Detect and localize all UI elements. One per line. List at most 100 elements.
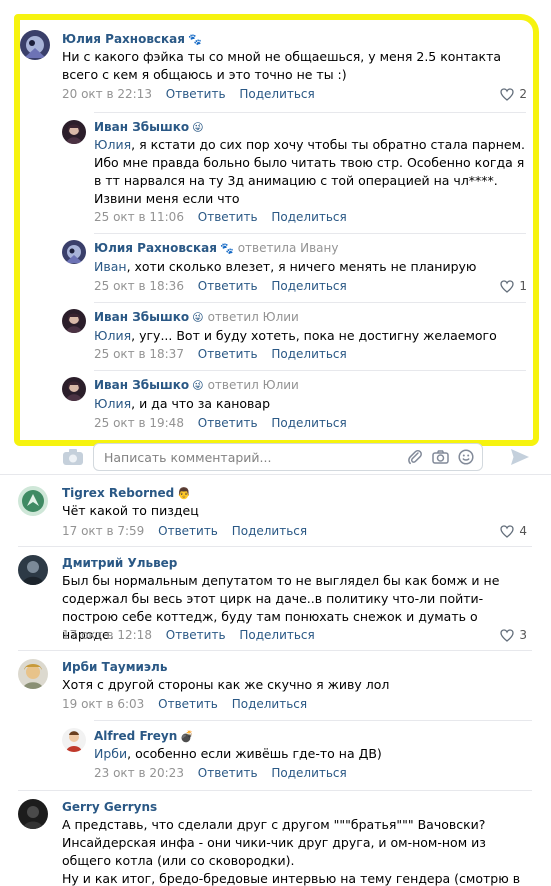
reply-button[interactable]: Ответить — [166, 628, 226, 642]
addressee-link[interactable]: Юлия — [94, 137, 131, 152]
reply-button[interactable]: Ответить — [166, 87, 226, 101]
author-name[interactable]: Gerry Gerryns — [62, 800, 157, 814]
paw-emoji-icon: 🐾 — [220, 242, 234, 255]
avatar[interactable] — [18, 659, 48, 689]
author-name[interactable]: Ирби Таумиэль — [62, 660, 167, 674]
comment-date[interactable]: 25 окт в 18:36 — [94, 279, 184, 293]
share-button[interactable]: Поделиться — [271, 279, 346, 293]
heart-icon — [500, 524, 515, 538]
avatar[interactable] — [18, 486, 48, 516]
divider — [94, 302, 526, 303]
like-button[interactable]: 4 — [500, 524, 527, 538]
author-name[interactable]: Иван Збышко — [94, 310, 189, 324]
divider — [18, 650, 532, 651]
reply-button[interactable]: Ответить — [198, 416, 258, 430]
comment-date[interactable]: 23 окт в 20:23 — [94, 766, 184, 780]
comment-date[interactable]: 19 окт в 6:03 — [62, 697, 144, 711]
share-button[interactable]: Поделиться — [271, 766, 346, 780]
reply-button[interactable]: Ответить — [158, 697, 218, 711]
author-name[interactable]: Юлия Рахновская — [62, 32, 185, 46]
avatar[interactable] — [62, 240, 86, 264]
avatar[interactable] — [18, 555, 48, 585]
addressee-link[interactable]: Ирби — [94, 746, 127, 761]
comment-date[interactable]: 25 окт в 19:48 — [94, 416, 184, 430]
reply-button[interactable]: Ответить — [198, 766, 258, 780]
author-name[interactable]: Alfred Freyn — [94, 729, 177, 743]
comment-input-row: Написать комментарий... — [60, 442, 540, 472]
comment-text: Ирби, особенно если живёшь где-то на ДВ) — [94, 745, 524, 763]
comment-date[interactable]: 17 окт в 12:18 — [62, 628, 152, 642]
comment-body: , и да что за кановар — [131, 396, 271, 411]
avatar[interactable] — [62, 728, 86, 752]
comment-date[interactable]: 17 окт в 7:59 — [62, 524, 144, 538]
smile-icon[interactable] — [458, 449, 474, 465]
reply-to-label[interactable]: ответил Юлии — [208, 310, 299, 324]
comment-text: Ни с какого фэйка ты со мной не общаешьс… — [62, 49, 502, 82]
like-button[interactable]: 3 — [500, 628, 527, 642]
divider — [94, 720, 532, 721]
share-button[interactable]: Поделиться — [271, 210, 346, 224]
reply-button[interactable]: Ответить — [198, 347, 258, 361]
like-count: 3 — [519, 628, 527, 642]
addressee-link[interactable]: Юлия — [94, 328, 131, 343]
like-count: 2 — [519, 87, 527, 101]
avatar[interactable] — [62, 377, 86, 401]
comment-body: , я кстати до сих пор хочу чтобы ты обра… — [94, 137, 525, 206]
heart-icon — [500, 279, 515, 293]
comment-date[interactable]: 20 окт в 22:13 — [62, 87, 152, 101]
heart-icon — [500, 87, 515, 101]
author-name[interactable]: Tigrex Reborned — [62, 486, 174, 500]
heart-icon — [500, 628, 515, 642]
reply-button[interactable]: Ответить — [198, 210, 258, 224]
addressee-link[interactable]: Юлия — [94, 396, 131, 411]
share-button[interactable]: Поделиться — [232, 524, 307, 538]
bomb-emoji-icon: 💣 — [180, 730, 194, 743]
comment-text: Иван, хоти сколько влезет, я ничего меня… — [94, 258, 526, 276]
divider — [0, 474, 551, 475]
paperclip-icon[interactable] — [407, 449, 423, 465]
avatar[interactable] — [20, 30, 50, 60]
divider — [94, 233, 526, 234]
author-name[interactable]: Иван Збышко — [94, 120, 189, 134]
send-button[interactable] — [510, 447, 530, 471]
author-name[interactable]: Дмитрий Ульвер — [62, 556, 177, 570]
camera-avatar-icon[interactable] — [62, 448, 84, 466]
send-arrow-icon — [511, 449, 529, 465]
like-button[interactable]: 2 — [500, 87, 527, 101]
like-button[interactable]: 1 — [500, 279, 527, 293]
comment-body: , хоти сколько влезет, я ничего менять н… — [126, 259, 477, 274]
comment-date[interactable]: 25 окт в 18:37 — [94, 347, 184, 361]
share-button[interactable]: Поделиться — [271, 347, 346, 361]
reply-to-label[interactable]: ответил Юлии — [208, 378, 299, 392]
avatar[interactable] — [18, 799, 48, 829]
author-name[interactable]: Иван Збышко — [94, 378, 189, 392]
divider — [94, 370, 526, 371]
divider — [94, 112, 526, 113]
comment-input-placeholder: Написать комментарий... — [104, 450, 272, 465]
author-name[interactable]: Юлия Рахновская — [94, 241, 217, 255]
share-button[interactable]: Поделиться — [271, 416, 346, 430]
reply-button[interactable]: Ответить — [158, 524, 218, 538]
winking-emoji-icon: 😜 — [192, 311, 204, 324]
share-button[interactable]: Поделиться — [232, 697, 307, 711]
person-emoji-icon: 👨 — [177, 487, 191, 500]
reply-button[interactable]: Ответить — [198, 279, 258, 293]
camera-icon[interactable] — [432, 449, 449, 465]
like-count: 1 — [519, 279, 527, 293]
addressee-link[interactable]: Иван — [94, 259, 127, 274]
comment-text: Хотя с другой стороны как же скучно я жи… — [62, 677, 390, 692]
reply-to-label[interactable]: ответила Ивану — [238, 241, 339, 255]
avatar[interactable] — [62, 120, 86, 144]
divider — [18, 546, 532, 547]
comment-body: , угу... Вот и буду хотеть, пока не дост… — [131, 328, 497, 343]
comment-input[interactable]: Написать комментарий... — [93, 443, 483, 471]
comment-text: Чёт какой то пиздец — [62, 503, 199, 518]
comment-text: Юлия, я кстати до сих пор хочу чтобы ты … — [94, 136, 526, 208]
share-button[interactable]: Поделиться — [239, 87, 314, 101]
avatar[interactable] — [62, 309, 86, 333]
comment-text: А представь, что сделали друг с другом "… — [62, 817, 486, 868]
like-count: 4 — [519, 524, 527, 538]
share-button[interactable]: Поделиться — [239, 628, 314, 642]
comment-date[interactable]: 25 окт в 11:06 — [94, 210, 184, 224]
winking-emoji-icon: 😜 — [192, 379, 204, 392]
